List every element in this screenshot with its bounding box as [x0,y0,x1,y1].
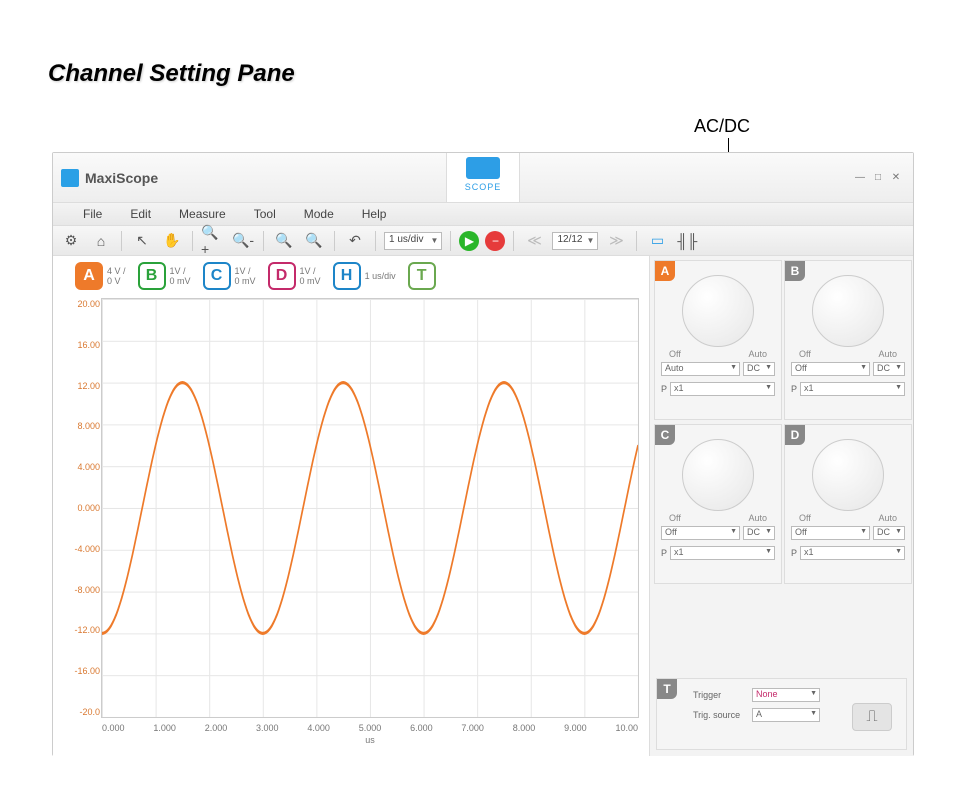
pointer-icon[interactable]: ↖ [130,230,154,252]
channel-b-coupling-select[interactable]: DC [873,362,905,376]
trigger-mode-select[interactable]: None [752,688,820,702]
plot-area: A 4 V /0 V B 1V /0 mV C 1V /0 mV D 1V /0… [53,256,649,756]
zoom-out-icon[interactable]: 🔍- [231,230,255,252]
channel-d-range-select[interactable]: Off [791,526,870,540]
channel-setting-pane: A OffAuto AutoDC Px1 B OffAuto OffDC Px1… [649,256,913,756]
waveform-trace-a [102,299,638,717]
channel-a-knob[interactable] [682,275,754,347]
channel-a-range-select[interactable]: Auto [661,362,740,376]
zoom-window-icon[interactable]: 🔍 [272,230,296,252]
channel-c-knob-panel: C OffAuto OffDC Px1 [654,424,782,584]
channel-b-knob[interactable] [812,275,884,347]
page-indicator[interactable]: 12/12 [552,232,598,250]
channel-c-tag: C [655,425,675,445]
channel-d-coupling-select[interactable]: DC [873,526,905,540]
channel-d-knob[interactable] [812,439,884,511]
settings-icon[interactable]: ⚙ [59,230,83,252]
channel-b-knob-panel: B OffAuto OffDC Px1 [784,260,912,420]
hand-icon[interactable]: ✋ [160,230,184,252]
app-logo [61,169,79,187]
channel-h-info: 1 us/div [365,271,396,281]
menu-file[interactable]: File [83,207,102,221]
minimize-button[interactable]: — [851,172,869,183]
channel-a-knob-panel: A OffAuto AutoDC Px1 [654,260,782,420]
y-axis: 20.0016.0012.008.0004.0000.000-4.000-8.0… [62,299,100,717]
channel-b-badge[interactable]: B [138,262,166,290]
trigger-source-select[interactable]: A [752,708,820,722]
menubar: File Edit Measure Tool Mode Help [53,203,913,226]
menu-edit[interactable]: Edit [130,207,151,221]
channel-a-coupling-select[interactable]: DC [743,362,775,376]
channel-b-range-select[interactable]: Off [791,362,870,376]
trigger-edge-button[interactable]: ⎍ [852,703,892,731]
menu-mode[interactable]: Mode [304,207,334,221]
trigger-tag: T [657,679,677,699]
channel-strip: A 4 V /0 V B 1V /0 mV C 1V /0 mV D 1V /0… [59,260,643,296]
trigger-panel: T TriggerNone Trig. sourceA ⎍ [656,678,907,750]
channel-d-knob-panel: D OffAuto OffDC Px1 [784,424,912,584]
channel-c-info: 1V /0 mV [235,266,256,286]
prev-page-icon[interactable]: ≪ [522,230,546,252]
page-title: Channel Setting Pane [48,60,295,88]
acdc-callout-label: AC/DC [694,116,750,137]
channel-c-badge[interactable]: C [203,262,231,290]
scope-mode-tab[interactable]: SCOPE [446,153,520,203]
channel-d-info: 1V /0 mV [300,266,321,286]
channel-b-info: 1V /0 mV [170,266,191,286]
channel-b-tag: B [785,261,805,281]
titlebar: MaxiScope — □ ✕ SCOPE [53,153,913,203]
toolbar: ⚙ ⌂ ↖ ✋ 🔍+ 🔍- 🔍 🔍 ↶ 1 us/div ▶ − ≪ 12/12… [53,226,913,256]
undo-icon[interactable]: ↶ [343,230,367,252]
channel-b-probe-select[interactable]: x1 [800,382,905,396]
channel-c-probe-select[interactable]: x1 [670,546,775,560]
channel-a-tag: A [655,261,675,281]
scope-icon [466,157,500,179]
menu-tool[interactable]: Tool [254,207,276,221]
maximize-button[interactable]: □ [869,172,887,183]
channel-c-coupling-select[interactable]: DC [743,526,775,540]
channel-c-knob[interactable] [682,439,754,511]
channel-t-badge[interactable]: T [408,262,436,290]
waveform-plot[interactable]: 20.0016.0012.008.0004.0000.000-4.000-8.0… [101,298,639,718]
zoom-fit-icon[interactable]: 🔍 [302,230,326,252]
channel-a-badge[interactable]: A [75,262,103,290]
next-page-icon[interactable]: ≫ [604,230,628,252]
spectrum-view-icon[interactable]: ╢╟ [675,230,699,252]
channel-h-badge[interactable]: H [333,262,361,290]
menu-measure[interactable]: Measure [179,207,226,221]
home-icon[interactable]: ⌂ [89,230,113,252]
x-axis: 0.0001.0002.0003.0004.0005.0006.0007.000… [102,723,638,733]
channel-c-range-select[interactable]: Off [661,526,740,540]
menu-help[interactable]: Help [362,207,387,221]
timebase-select[interactable]: 1 us/div [384,232,442,250]
channel-a-info: 4 V /0 V [107,266,126,286]
channel-d-probe-select[interactable]: x1 [800,546,905,560]
channel-d-badge[interactable]: D [268,262,296,290]
zoom-in-icon[interactable]: 🔍+ [201,230,225,252]
channel-a-probe-select[interactable]: x1 [670,382,775,396]
app-title: MaxiScope [85,170,158,186]
close-button[interactable]: ✕ [887,172,905,183]
app-window: MaxiScope — □ ✕ SCOPE File Edit Measure … [52,152,914,756]
stop-button[interactable]: − [485,231,505,251]
x-axis-unit: us [365,735,375,745]
scope-view-icon[interactable]: ▭ [645,230,669,252]
channel-d-tag: D [785,425,805,445]
run-button[interactable]: ▶ [459,231,479,251]
